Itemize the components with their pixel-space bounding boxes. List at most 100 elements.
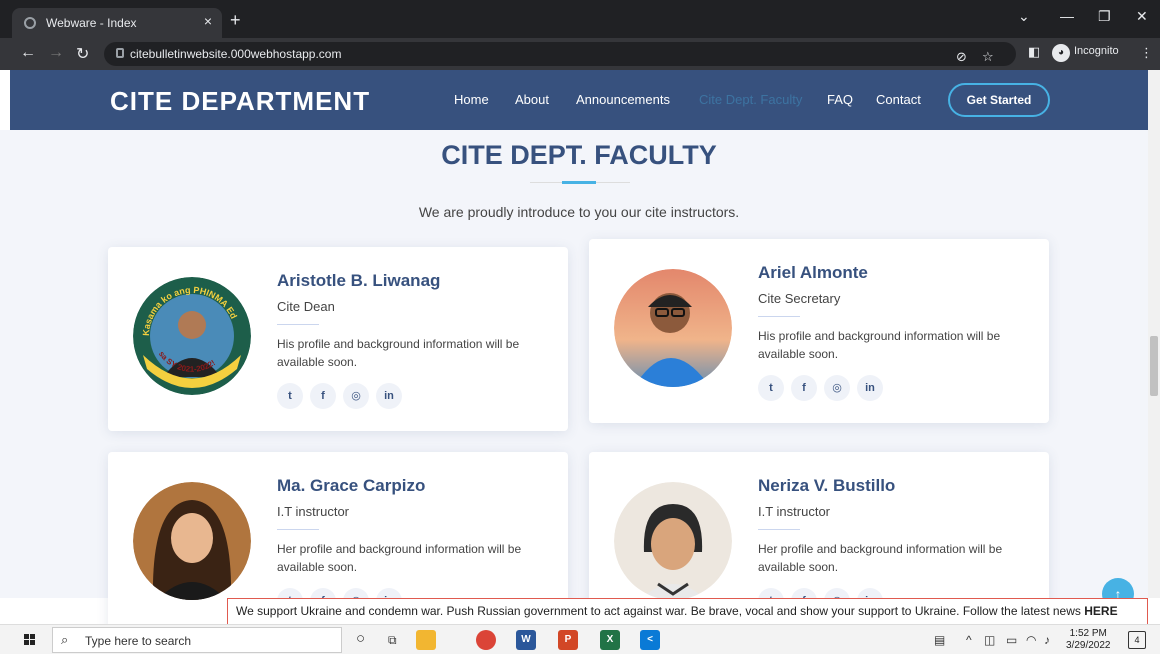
bookmark-star-icon[interactable]: ☆ (982, 49, 994, 65)
faculty-info: Ariel Almonte Cite Secretary His profile… (758, 263, 1028, 401)
news-icon[interactable]: ▤ (934, 633, 945, 647)
social-links: tf ◎ in (277, 383, 547, 409)
nav-home[interactable]: Home (454, 92, 489, 107)
wifi-icon[interactable]: ◠ (1026, 633, 1036, 647)
vscode-icon[interactable]: < (640, 630, 660, 650)
page-scrollbar[interactable] (1148, 70, 1160, 598)
faculty-desc: His profile and background information w… (758, 329, 1001, 361)
faculty-divider (758, 529, 800, 530)
reload-icon[interactable]: ↻ (76, 44, 89, 64)
lock-icon (116, 48, 124, 58)
linkedin-icon[interactable]: in (376, 383, 402, 409)
section-subtitle: We are proudly introduce to you our cite… (418, 204, 740, 220)
back-icon[interactable]: ← (20, 44, 36, 62)
battery-icon[interactable]: ▭ (1006, 633, 1017, 647)
nav-about[interactable]: About (515, 92, 549, 107)
nav-faq[interactable]: FAQ (827, 92, 853, 107)
cortana-icon[interactable]: ○ (356, 630, 365, 647)
faculty-divider (758, 316, 800, 317)
faculty-role: Cite Dean (277, 299, 335, 314)
taskbar-search[interactable]: ⌕ Type here to search (52, 627, 342, 653)
screen: Webware - Index × + ⌄ — ❐ ✕ ← → ↻ citebu… (0, 0, 1160, 654)
facebook-icon[interactable]: f (310, 383, 336, 409)
faculty-desc: His profile and background information w… (277, 337, 520, 369)
nav-announcements[interactable]: Announcements (576, 92, 670, 107)
instagram-icon[interactable]: ◎ (824, 375, 850, 401)
faculty-photo: Kasama ko ang PHINMA Ed sa SY 2021-2022! (133, 277, 251, 395)
twitter-icon[interactable]: t (277, 383, 303, 409)
faculty-photo (614, 482, 732, 600)
minimize-button[interactable]: — (1060, 8, 1074, 24)
clock-date: 3/29/2022 (1066, 640, 1111, 651)
restore-button[interactable]: ❐ (1098, 8, 1111, 25)
banner-text: We support Ukraine and condemn war. Push… (236, 604, 1085, 618)
windows-start-icon[interactable] (24, 634, 36, 646)
search-placeholder: Type here to search (85, 634, 192, 648)
clock-time: 1:52 PM (1069, 628, 1107, 639)
instagram-icon[interactable]: ◎ (343, 383, 369, 409)
faculty-name: Ma. Grace Carpizo (277, 476, 426, 495)
favicon-icon (24, 17, 36, 29)
faculty-section: CITE DEPT. FACULTY We are proudly introd… (0, 130, 1148, 636)
faculty-divider (277, 324, 319, 325)
section-title: CITE DEPT. FACULTY (441, 140, 717, 170)
menu-kebab-icon[interactable]: ⋮ (1140, 45, 1153, 61)
faculty-info: Neriza V. Bustillo I.T instructor Her pr… (758, 476, 1028, 614)
ukraine-support-banner: We support Ukraine and condemn war. Push… (227, 598, 1148, 624)
side-panel-icon[interactable]: ◧ (1028, 44, 1040, 60)
excel-icon[interactable]: X (600, 630, 620, 650)
faculty-photo (614, 269, 732, 387)
tab-close-button[interactable]: × (204, 13, 212, 29)
chrome-icon[interactable] (476, 630, 496, 650)
faculty-desc: Her profile and background information w… (758, 542, 1003, 574)
close-window-button[interactable]: ✕ (1136, 8, 1148, 25)
tab-search-icon[interactable]: ⌄ (1018, 8, 1030, 25)
faculty-card: Kasama ko ang PHINMA Ed sa SY 2021-2022!… (108, 247, 568, 431)
facebook-icon[interactable]: f (791, 375, 817, 401)
url-text[interactable]: citebulletinwebsite.000webhostapp.com (130, 47, 341, 61)
forward-icon[interactable]: → (48, 44, 64, 62)
site-header: CITE DEPARTMENT Home About Announcements… (10, 70, 1150, 130)
nav-cite-dept-faculty[interactable]: Cite Dept. Faculty (699, 92, 802, 107)
network-icon[interactable]: ◫ (984, 633, 995, 647)
tray-chevron-icon[interactable]: ^ (966, 633, 972, 647)
faculty-photo (133, 482, 251, 600)
task-view-icon[interactable]: ⧉ (388, 633, 397, 648)
social-links: tf ◎ in (758, 375, 1028, 401)
omnibox[interactable]: citebulletinwebsite.000webhostapp.com ⊘ … (104, 42, 1016, 66)
nav-contact[interactable]: Contact (876, 92, 921, 107)
windows-taskbar: ⌕ Type here to search ○ ⧉ W P X < ▤ ^ ◫ … (0, 624, 1160, 654)
eye-slash-icon[interactable]: ⊘ (956, 49, 967, 65)
taskbar-clock[interactable]: 1:52 PM 3/29/2022 (1066, 628, 1111, 652)
faculty-name: Neriza V. Bustillo (758, 476, 896, 495)
faculty-info: Ma. Grace Carpizo I.T instructor Her pro… (277, 476, 547, 614)
powerpoint-icon[interactable]: P (558, 630, 578, 650)
faculty-name: Ariel Almonte (758, 263, 868, 282)
volume-icon[interactable]: ♪ (1044, 633, 1050, 647)
banner-link[interactable]: HERE (1084, 604, 1117, 618)
faculty-role: I.T instructor (277, 504, 350, 519)
new-tab-button[interactable]: + (230, 10, 241, 31)
faculty-role: I.T instructor (758, 504, 831, 519)
word-icon[interactable]: W (516, 630, 536, 650)
search-icon: ⌕ (61, 632, 69, 647)
site-logo[interactable]: CITE DEPARTMENT (110, 86, 370, 117)
faculty-name: Aristotle B. Liwanag (277, 271, 441, 290)
faculty-card: Ariel Almonte Cite Secretary His profile… (589, 239, 1049, 423)
title-divider-accent (562, 181, 596, 184)
incognito-label: Incognito (1074, 45, 1119, 57)
get-started-button[interactable]: Get Started (948, 83, 1050, 117)
browser-tab[interactable]: Webware - Index × (12, 8, 222, 38)
notification-icon[interactable]: 4 (1128, 631, 1146, 649)
linkedin-icon[interactable]: in (857, 375, 883, 401)
faculty-role: Cite Secretary (758, 291, 841, 306)
scrollbar-thumb[interactable] (1150, 336, 1158, 396)
twitter-icon[interactable]: t (758, 375, 784, 401)
tab-title: Webware - Index (46, 16, 137, 30)
faculty-divider (277, 529, 319, 530)
incognito-icon: ◕ (1052, 44, 1070, 62)
browser-tab-bar: Webware - Index × + ⌄ — ❐ ✕ (0, 0, 1160, 38)
file-explorer-icon[interactable] (416, 630, 436, 650)
address-bar: ← → ↻ citebulletinwebsite.000webhostapp.… (0, 38, 1160, 70)
faculty-desc: Her profile and background information w… (277, 542, 522, 574)
